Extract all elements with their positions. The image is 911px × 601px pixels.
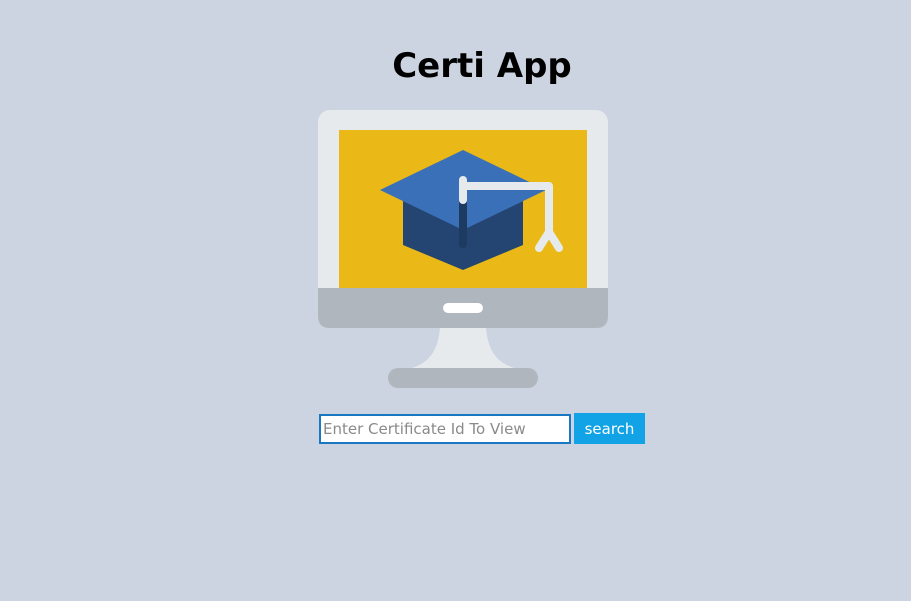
page-title: Certi App: [392, 46, 572, 86]
page: Certi App search: [0, 0, 911, 601]
search-button[interactable]: search: [574, 413, 645, 444]
monitor-graduation-cap-icon: [318, 110, 608, 388]
certificate-id-input[interactable]: [319, 413, 571, 444]
search-bar: search: [319, 413, 645, 444]
